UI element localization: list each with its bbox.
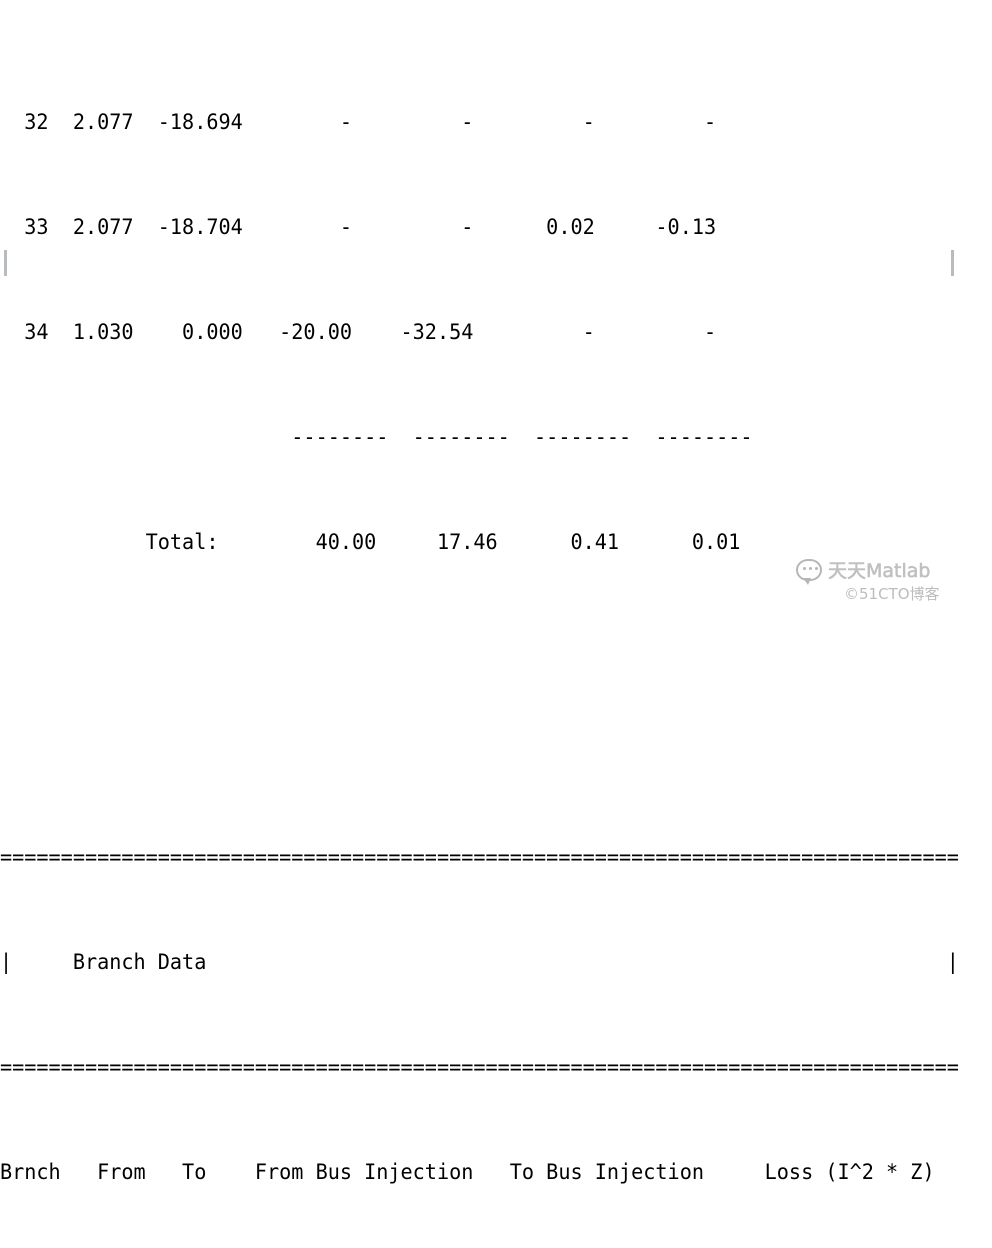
branch-section-bottom-rule: ========================================… [0, 1055, 959, 1079]
bus-row-34: 34 1.030 0.000 -20.00 -32.54 - - [0, 320, 717, 344]
branch-section-top-rule: ========================================… [0, 845, 959, 869]
bus-row-33: 33 2.077 -18.704 - - 0.02 -0.13 [0, 215, 717, 239]
bus-row-32: 32 2.077 -18.694 - - - - [0, 110, 717, 134]
branch-header-row-1: Brnch From To From Bus Injection To Bus … [0, 1160, 935, 1184]
blank-line-2 [0, 735, 952, 770]
branch-section-title-line: | Branch Data | [0, 950, 959, 974]
branch-box-left-bar [4, 250, 7, 276]
terminal-output: 32 2.077 -18.694 - - - - 33 2.077 -18.70… [0, 0, 992, 1184]
bus-total-separator: -------- -------- -------- -------- [0, 425, 753, 449]
blank-line-1 [0, 630, 952, 665]
bus-total-row: Total: 40.00 17.46 0.41 0.01 [0, 530, 741, 554]
branch-box-right-bar [951, 250, 954, 276]
